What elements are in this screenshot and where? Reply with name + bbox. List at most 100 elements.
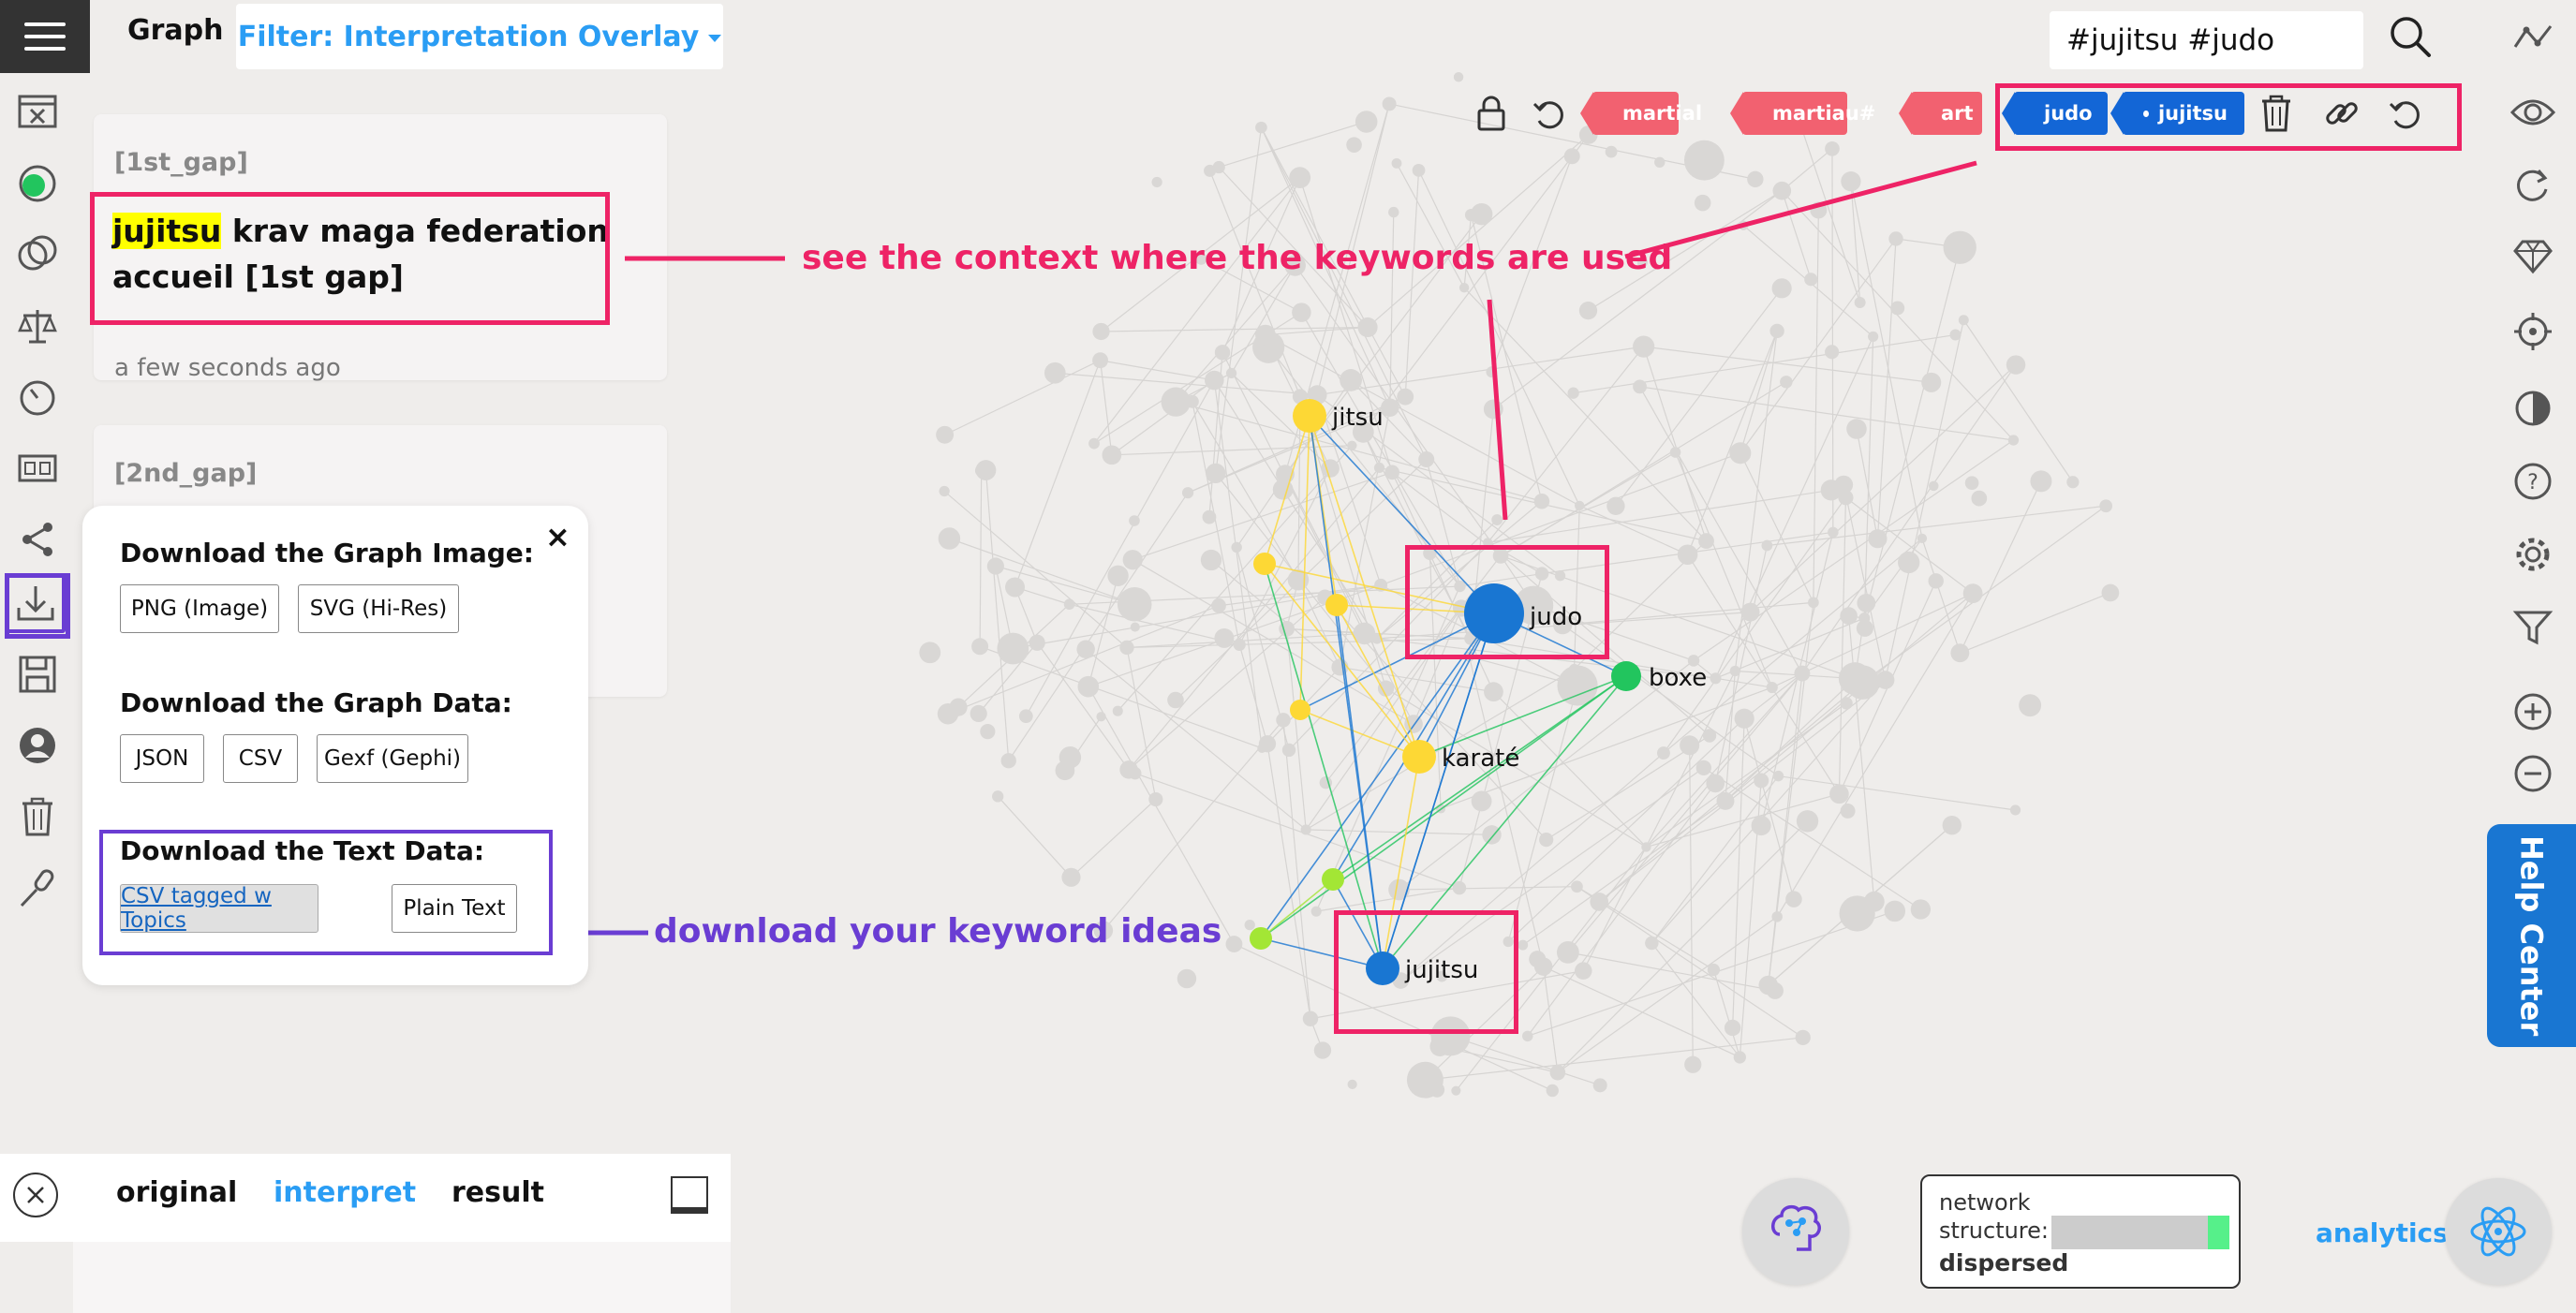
hamburger-menu-button[interactable] — [0, 0, 90, 73]
graph-node — [974, 464, 988, 478]
graph-node — [1391, 157, 1402, 169]
graph-node — [1044, 361, 1066, 384]
minimize-panel-icon[interactable] — [671, 1176, 708, 1214]
save-icon[interactable] — [11, 648, 64, 701]
graph-node — [1546, 1084, 1559, 1098]
zoom-out-icon[interactable] — [2505, 745, 2561, 802]
help-icon[interactable]: ? — [2505, 453, 2561, 509]
timer-icon[interactable] — [11, 371, 64, 423]
gexf-button[interactable]: Gexf (Gephi) — [317, 734, 468, 783]
graph-node — [1151, 176, 1162, 188]
brain-ideas-button[interactable] — [1742, 1178, 1849, 1285]
graph-node — [1418, 451, 1435, 467]
search-input[interactable] — [2050, 11, 2363, 69]
trash-icon[interactable] — [11, 790, 64, 843]
graph-node — [1684, 1055, 1702, 1073]
graph-node — [1381, 398, 1399, 417]
json-button[interactable]: JSON — [120, 734, 204, 783]
graph-node — [1794, 665, 1811, 682]
lock-icon[interactable] — [1471, 92, 1512, 135]
analytics-label[interactable]: analytics — [2316, 1217, 2449, 1248]
analytics-button[interactable] — [2445, 1178, 2552, 1285]
graph-node — [1471, 202, 1493, 226]
network-structure-box[interactable]: network structure: dispersed — [1920, 1174, 2241, 1289]
graph-node — [1258, 735, 1277, 753]
graph-edge — [1740, 452, 1814, 603]
csv-button[interactable]: CSV — [223, 734, 298, 783]
graph-edge — [1848, 615, 1875, 902]
settings-icon[interactable] — [2505, 526, 2561, 583]
user-profile-icon[interactable] — [11, 719, 64, 772]
filter-dropdown[interactable]: Filter: Interpretation Overlay — [236, 4, 723, 69]
graph-node — [1716, 791, 1735, 810]
graph-node — [1211, 597, 1226, 613]
keyword-node — [1253, 553, 1276, 575]
graph-node — [1005, 577, 1026, 597]
tag-label: martiau# — [1772, 102, 1876, 125]
balance-scale-icon[interactable] — [11, 300, 64, 352]
network-structure-bar-fill — [2208, 1216, 2229, 1249]
close-window-icon[interactable] — [11, 86, 64, 139]
graph-node — [1654, 156, 1666, 168]
graph-node — [1828, 526, 1839, 538]
graph-node — [2099, 499, 2113, 513]
graph-node — [1429, 1036, 1450, 1056]
diamond-icon[interactable] — [2505, 229, 2561, 285]
graph-node — [1076, 640, 1095, 659]
graph-node — [1063, 598, 1075, 611]
graph-line-icon[interactable] — [2505, 9, 2561, 66]
graph-node — [1884, 900, 1906, 922]
svg-button[interactable]: SVG (Hi-Res) — [298, 584, 459, 633]
zoom-in-icon[interactable] — [2505, 684, 2561, 740]
graph-node — [2066, 476, 2080, 489]
graph-node — [1804, 273, 1818, 287]
graph-edge — [1282, 489, 1378, 640]
refresh-icon[interactable] — [2505, 157, 2561, 214]
keyword-node — [1322, 868, 1344, 891]
share-icon[interactable] — [11, 513, 64, 566]
close-icon[interactable]: × — [545, 519, 570, 554]
undo-icon[interactable] — [1529, 92, 1570, 135]
help-center-button[interactable]: Help Center — [2487, 824, 2576, 1047]
graph-node — [1202, 509, 1217, 524]
target-icon[interactable] — [2505, 303, 2561, 360]
page-title: Graph — [127, 14, 224, 47]
tab-result[interactable]: result — [452, 1176, 544, 1209]
tag-label: art — [1941, 102, 1974, 125]
graph-node — [1122, 550, 1143, 570]
tab-original[interactable]: original — [116, 1176, 237, 1209]
graph-node — [997, 632, 1029, 665]
graph-node — [1412, 164, 1426, 177]
graph-edge — [1362, 134, 1590, 433]
tag-martial[interactable]: martial — [1580, 92, 1702, 135]
network-structure-value: dispersed — [1939, 1249, 2069, 1276]
graph-node — [1840, 804, 1856, 819]
png-button[interactable]: PNG (Image) — [120, 584, 279, 633]
annotation-box-jujitsu — [1334, 910, 1518, 1034]
graph-node — [1949, 329, 1962, 341]
tag-art[interactable]: art — [1899, 92, 1982, 135]
contrast-icon[interactable] — [2505, 380, 2561, 436]
graph-node — [1810, 201, 1828, 219]
graph-node — [1780, 376, 1793, 389]
tab-interpret[interactable]: interpret — [274, 1176, 416, 1209]
overlap-icon[interactable] — [11, 229, 64, 281]
network-structure-label-2: structure: — [1939, 1217, 2049, 1244]
plain-text-button[interactable]: Plain Text — [392, 884, 517, 933]
topics-icon[interactable] — [11, 157, 64, 210]
csv-topics-button[interactable]: CSV tagged w Topics — [120, 884, 318, 933]
graph-node — [1841, 171, 1861, 192]
close-circle-icon[interactable] — [13, 1173, 58, 1217]
graph-node — [1771, 278, 1792, 299]
film-strip-icon[interactable] — [11, 442, 64, 494]
graph-node — [1471, 790, 1492, 812]
graph-node — [1029, 634, 1045, 651]
eye-icon[interactable] — [2505, 84, 2561, 140]
microphone-icon[interactable] — [11, 862, 64, 914]
graph-node — [1340, 369, 1362, 391]
graph-edge — [1025, 379, 1215, 716]
search-icon[interactable] — [2387, 13, 2434, 64]
graph-node — [1388, 206, 1399, 218]
filter-icon[interactable] — [2505, 599, 2561, 656]
tag-martiau[interactable]: martiau# — [1730, 92, 1875, 135]
